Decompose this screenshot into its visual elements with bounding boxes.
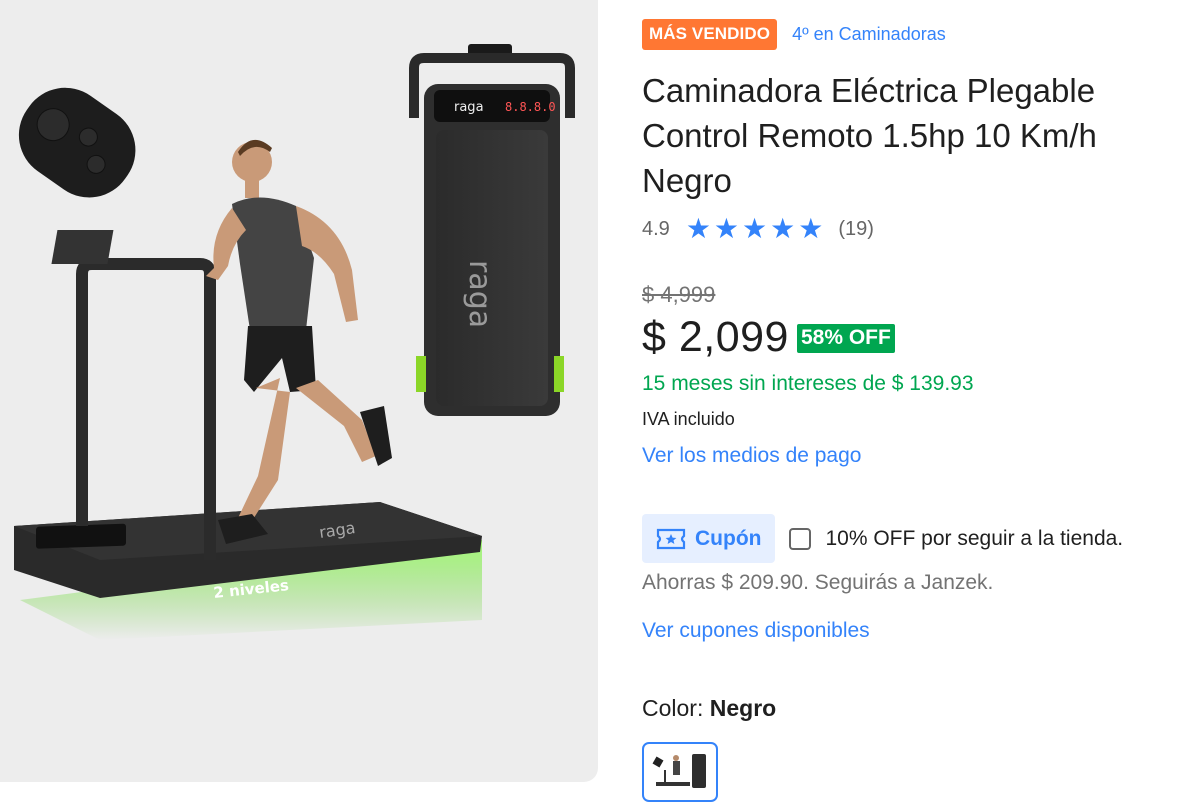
original-price: $ 4,999 — [642, 282, 716, 307]
folded-deck-logo: raga — [462, 260, 497, 328]
coupon-row: Cupón 10% OFF por seguir a la tienda. — [642, 514, 1123, 563]
coupon-button[interactable]: Cupón — [642, 514, 776, 563]
star-icon: ★ — [770, 213, 796, 244]
rating-stars: ★ ★ ★ ★ ★ — [686, 215, 827, 243]
tax-note: IVA incluido — [642, 409, 735, 429]
best-seller-badge: MÁS VENDIDO — [642, 19, 778, 50]
discount-badge: 58% OFF — [796, 324, 895, 353]
swatch-thumbnail — [652, 754, 706, 788]
rating-count: (19) — [838, 217, 874, 240]
coupon-offer-text: 10% OFF por seguir a la tienda. — [825, 526, 1124, 550]
follow-store-checkbox[interactable] — [789, 527, 812, 550]
remote-control — [18, 87, 136, 198]
color-swatch-negro[interactable] — [642, 742, 718, 802]
available-coupons-link[interactable]: Ver cupones disponibles — [642, 619, 870, 643]
installments-text: 15 meses sin intereses de $ 139.93 — [642, 372, 974, 395]
category-ranking-link[interactable]: 4º en Caminadoras — [792, 24, 946, 45]
coupon-button-label: Cupón — [695, 526, 762, 550]
product-title: Caminadora Eléctrica Plegable Control Re… — [642, 72, 1097, 199]
color-selector-label: Color: Negro — [642, 695, 776, 722]
star-icon: ★ — [713, 213, 740, 244]
payment-methods-link[interactable]: Ver los medios de pago — [642, 444, 861, 468]
folded-treadmill: raga 8.8.8.0 raga — [409, 44, 575, 416]
folded-display: 8.8.8.0 — [505, 100, 556, 114]
rating-score: 4.9 — [642, 217, 670, 240]
star-icon: ★ — [742, 213, 768, 244]
selected-color: Negro — [709, 695, 777, 721]
coupon-savings-text: Ahorras $ 209.90. Seguirás a Janzek. — [642, 571, 994, 594]
color-label: Color: — [642, 695, 704, 721]
folded-logo: raga — [454, 100, 484, 115]
current-price: $ 2,099 — [642, 313, 789, 361]
product-image-gallery[interactable]: raga 8.8.8.0 raga raga 2 niveles — [0, 0, 598, 782]
runner — [206, 139, 392, 544]
badges-row: MÁS VENDIDO 4º en Caminadoras — [642, 19, 946, 50]
rating-summary[interactable]: 4.9 ★ ★ ★ ★ ★ (19) — [642, 215, 874, 243]
price-row: $ 2,099 58% OFF — [642, 313, 895, 362]
star-icon: ★ — [798, 213, 824, 244]
coupon-ticket-icon — [656, 528, 686, 550]
star-icon: ★ — [685, 213, 711, 244]
product-photo: raga 8.8.8.0 raga raga 2 niveles — [14, 44, 575, 640]
